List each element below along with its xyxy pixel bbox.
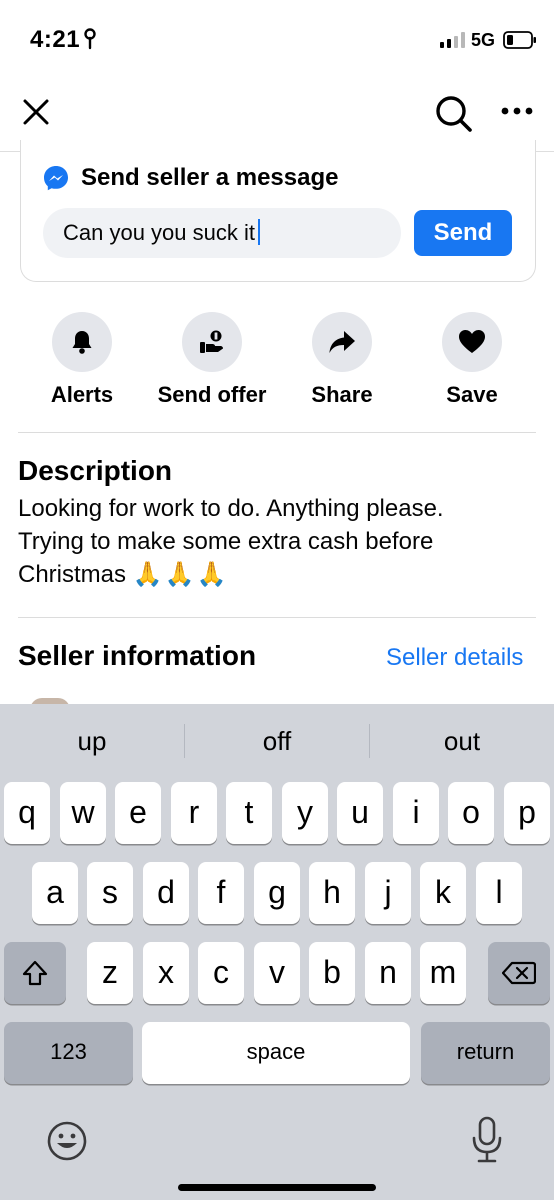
battery-icon [503, 31, 536, 49]
message-input-value: Can you you suck it [63, 220, 255, 245]
shift-key[interactable] [4, 942, 66, 1004]
offer-icon [200, 330, 223, 353]
praying-hands-emoji: 🙏🙏🙏 [132, 560, 229, 588]
save-label: Save [446, 382, 498, 407]
divider [18, 617, 536, 618]
send-offer-button[interactable] [182, 312, 242, 372]
key-f[interactable]: f [198, 862, 244, 924]
share-icon [329, 331, 355, 353]
key-j[interactable]: j [365, 862, 411, 924]
emoji-icon[interactable] [46, 1120, 88, 1162]
description-heading: Description [18, 455, 173, 486]
key-k[interactable]: k [420, 862, 466, 924]
key-w[interactable]: w [60, 782, 106, 844]
key-u[interactable]: u [337, 782, 383, 844]
key-i[interactable]: i [393, 782, 439, 844]
space-key[interactable]: space [142, 1022, 410, 1084]
key-d[interactable]: d [143, 862, 189, 924]
description-line: Looking for work to do. Anything please. [18, 495, 444, 522]
key-h[interactable]: h [309, 862, 355, 924]
share-action[interactable]: Share [272, 312, 412, 408]
return-key[interactable]: return [421, 1022, 550, 1084]
share-label: Share [311, 382, 373, 407]
keyboard: up off out q w e r t y u i o p a s d f g… [0, 704, 554, 1200]
description-line: Christmas [18, 561, 127, 588]
key-m[interactable]: m [420, 942, 466, 1004]
search-icon[interactable] [434, 94, 474, 134]
key-y[interactable]: y [282, 782, 328, 844]
key-o[interactable]: o [448, 782, 494, 844]
close-icon[interactable] [20, 96, 52, 128]
key-b[interactable]: b [309, 942, 355, 1004]
status-bar: 4:21 5G [0, 0, 554, 80]
suggestion-bar: up off out [0, 704, 554, 776]
key-x[interactable]: x [143, 942, 189, 1004]
description-line: Trying to make some extra cash before [18, 528, 434, 555]
seller-details-link[interactable]: Seller details [386, 644, 523, 672]
delete-icon [501, 961, 537, 985]
status-time: 4:21 [30, 26, 81, 53]
key-p[interactable]: p [504, 782, 550, 844]
key-e[interactable]: e [115, 782, 161, 844]
microphone-icon[interactable] [470, 1116, 504, 1164]
key-r[interactable]: r [171, 782, 217, 844]
bell-icon [72, 331, 92, 354]
send-offer-label: Send offer [157, 382, 267, 407]
numbers-key[interactable]: 123 [4, 1022, 133, 1084]
shift-icon [22, 960, 48, 986]
message-input[interactable]: Can you you suck it [43, 208, 401, 258]
home-indicator [178, 1184, 376, 1191]
more-icon[interactable] [500, 106, 534, 116]
action-row: Alerts Send offer Share Save [0, 312, 554, 412]
key-v[interactable]: v [254, 942, 300, 1004]
key-a[interactable]: a [32, 862, 78, 924]
key-q[interactable]: q [4, 782, 50, 844]
alerts-label: Alerts [50, 382, 114, 407]
suggestion-item[interactable]: out [370, 726, 554, 757]
key-n[interactable]: n [365, 942, 411, 1004]
signal-icon [440, 32, 465, 48]
alerts-button[interactable] [52, 312, 112, 372]
key-g[interactable]: g [254, 862, 300, 924]
key-t[interactable]: t [226, 782, 272, 844]
divider [18, 432, 536, 433]
text-caret [257, 219, 260, 246]
suggestion-item[interactable]: off [185, 726, 369, 757]
delete-key[interactable] [488, 942, 550, 1004]
messenger-icon [44, 166, 68, 191]
key-z[interactable]: z [87, 942, 133, 1004]
send-offer-action[interactable]: Send offer [142, 312, 282, 408]
seller-heading: Seller information [18, 640, 257, 671]
save-action[interactable]: Save [402, 312, 542, 408]
location-icon [84, 28, 96, 50]
message-title: Send seller a message [81, 164, 339, 191]
heart-icon [459, 330, 485, 353]
key-c[interactable]: c [198, 942, 244, 1004]
description-line-last: Christmas 🙏🙏🙏 [18, 558, 538, 591]
description-text: Looking for work to do. Anything please.… [18, 492, 538, 591]
key-s[interactable]: s [87, 862, 133, 924]
send-button[interactable]: Send [414, 210, 512, 256]
message-card: Send seller a message Can you you suck i… [20, 140, 536, 282]
alerts-action[interactable]: Alerts [12, 312, 152, 408]
share-button[interactable] [312, 312, 372, 372]
save-button[interactable] [442, 312, 502, 372]
suggestion-item[interactable]: up [0, 726, 184, 757]
key-l[interactable]: l [476, 862, 522, 924]
network-label: 5G [471, 30, 496, 50]
